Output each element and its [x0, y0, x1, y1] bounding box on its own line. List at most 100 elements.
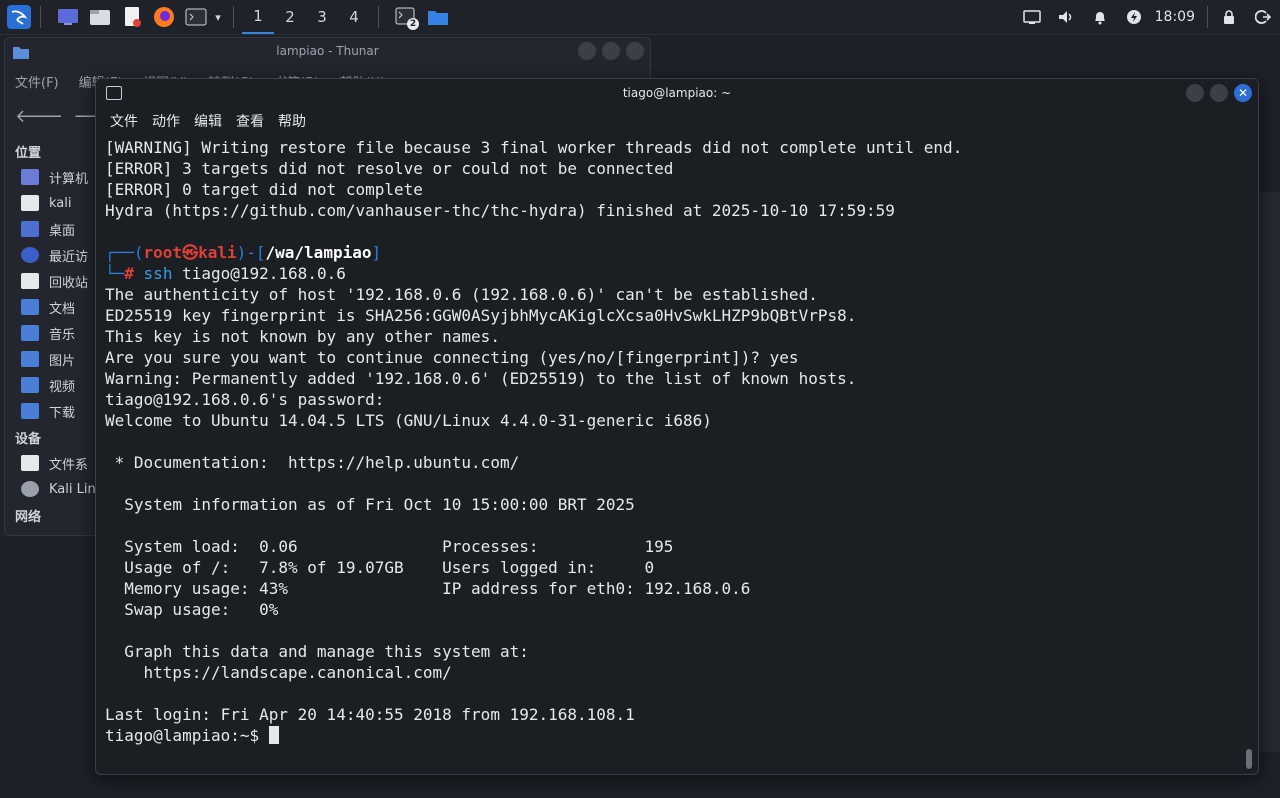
prompt-at: ㉿	[182, 243, 199, 262]
terminal-scrollbar[interactable]	[1246, 749, 1252, 769]
menu-actions[interactable]: 动作	[152, 111, 180, 131]
sidebar-item-kali[interactable]: kali	[5, 190, 97, 216]
thunar-title: lampiao - Thunar	[276, 44, 379, 58]
output-line: System load: 0.06 Processes: 195	[105, 537, 674, 556]
sidebar-item-videos[interactable]: 视频	[5, 372, 97, 398]
sidebar-item-computer[interactable]: 计算机	[5, 164, 97, 190]
firefox-icon[interactable]	[151, 4, 177, 30]
sidebar-item-kali-linux[interactable]: Kali Linux	[5, 476, 112, 502]
menu-view[interactable]: 查看	[236, 111, 264, 131]
output-line: Warning: Permanently added '192.168.0.6'…	[105, 369, 857, 388]
drive-icon	[21, 455, 39, 471]
output-line: System information as of Fri Oct 10 15:0…	[105, 495, 635, 514]
output-line: Usage of /: 7.8% of 19.07GB Users logged…	[105, 558, 655, 577]
prompt-line-2: └─# ssh tiago@192.168.0.6	[105, 264, 346, 283]
network-header: 网络	[15, 510, 42, 525]
logout-icon[interactable]	[1251, 5, 1275, 29]
shell-prompt: tiago@lampiao:~$	[105, 726, 269, 745]
optical-disc-icon	[21, 481, 39, 497]
command-args: tiago@192.168.0.6	[172, 264, 346, 283]
sidebar-item-filesystem[interactable]: 文件系	[5, 450, 97, 476]
system-tray: 18:09	[1015, 0, 1280, 34]
workspace-4[interactable]: 4	[338, 0, 370, 34]
thunar-titlebar[interactable]: lampiao - Thunar	[5, 38, 650, 66]
computer-icon	[21, 169, 39, 185]
terminal-window[interactable]: tiago@lampiao: ~ ✕ 文件 动作 编辑 查看 帮助 [WARNI…	[95, 78, 1259, 775]
output-line: [ERROR] 3 targets did not resolve or cou…	[105, 159, 674, 178]
maximize-button[interactable]	[602, 42, 620, 60]
workspace-3[interactable]: 3	[306, 0, 338, 34]
videos-icon	[21, 377, 39, 393]
menu-help[interactable]: 帮助	[278, 111, 306, 131]
workspace-1[interactable]: 1	[242, 0, 274, 34]
output-line: Graph this data and manage this system a…	[105, 642, 529, 661]
terminal-output[interactable]: [WARNING] Writing restore file because 3…	[105, 137, 1245, 746]
sidebar-item-documents[interactable]: 文档	[5, 294, 97, 320]
file-manager-icon[interactable]	[87, 4, 113, 30]
lock-screen-icon[interactable]	[1217, 5, 1241, 29]
chevron-down-icon[interactable]: ▾	[211, 4, 225, 30]
music-icon	[21, 325, 39, 341]
output-line: Last login: Fri Apr 20 14:40:55 2018 fro…	[105, 705, 635, 724]
output-line: Swap usage: 0%	[105, 600, 279, 619]
taskbar-terminal-button[interactable]: 2	[393, 4, 419, 30]
back-arrow-icon[interactable]: 🡐	[15, 106, 63, 136]
menu-file[interactable]: 文件	[110, 111, 138, 131]
command-name: ssh	[143, 264, 173, 283]
text-cursor	[268, 726, 279, 744]
prompt-host: kali	[198, 243, 237, 262]
kali-menu-icon[interactable]	[6, 4, 32, 30]
home-folder-icon	[21, 195, 39, 211]
sidebar-item-music[interactable]: 音乐	[5, 320, 97, 346]
output-line: The authenticity of host '192.168.0.6 (1…	[105, 285, 818, 304]
sidebar-item-downloads[interactable]: 下载	[5, 398, 97, 424]
minimize-button[interactable]	[578, 42, 596, 60]
output-line: https://landscape.canonical.com/	[105, 663, 452, 682]
places-header: 位置	[15, 146, 42, 161]
shell-prompt-line[interactable]: tiago@lampiao:~$	[105, 725, 1245, 746]
downloads-icon	[21, 403, 39, 419]
close-button[interactable]: ✕	[1234, 84, 1252, 102]
devices-header: 设备	[15, 432, 42, 447]
panel-separator	[1207, 6, 1208, 28]
sidebar-item-desktop[interactable]: 桌面	[5, 216, 97, 242]
terminal-launcher-icon[interactable]	[183, 4, 209, 30]
output-line: * Documentation: https://help.ubuntu.com…	[105, 453, 520, 472]
menu-file[interactable]: 文件(F)	[15, 72, 59, 91]
close-button[interactable]	[626, 42, 644, 60]
sidebar-item-trash[interactable]: 回收站	[5, 268, 97, 294]
display-icon[interactable]	[1020, 5, 1044, 29]
show-desktop-icon[interactable]	[55, 4, 81, 30]
window-count-badge: 2	[407, 18, 419, 30]
recent-icon	[21, 247, 39, 263]
prompt-hash: #	[124, 264, 134, 283]
background-window-edge	[1258, 192, 1280, 752]
volume-icon[interactable]	[1054, 5, 1078, 29]
prompt-line-1: ┌──(root㉿kali)-[/wa/lampiao]	[105, 243, 382, 262]
workspace-2[interactable]: 2	[274, 0, 306, 34]
power-manager-icon[interactable]	[1122, 5, 1146, 29]
sidebar-item-recent[interactable]: 最近访	[5, 242, 97, 268]
panel-clock[interactable]: 18:09	[1155, 9, 1195, 25]
prompt-path: /wa/lampiao	[265, 243, 372, 262]
prompt-user: root	[143, 243, 183, 262]
terminal-titlebar[interactable]: tiago@lampiao: ~ ✕	[96, 79, 1258, 107]
maximize-button[interactable]	[1210, 84, 1228, 102]
sidebar-item-pictures[interactable]: 图片	[5, 346, 97, 372]
text-editor-icon[interactable]	[119, 4, 145, 30]
output-line: Welcome to Ubuntu 14.04.5 LTS (GNU/Linux…	[105, 411, 712, 430]
desktop-icon	[21, 221, 39, 237]
menu-edit[interactable]: 编辑	[194, 111, 222, 131]
taskbar-folder-button[interactable]	[425, 4, 451, 30]
minimize-button[interactable]	[1186, 84, 1204, 102]
notification-bell-icon[interactable]	[1088, 5, 1112, 29]
output-line: Memory usage: 43% IP address for eth0: 1…	[105, 579, 751, 598]
panel-separator	[378, 6, 379, 28]
top-panel: ▾ 1 2 3 4 2 18:09	[0, 0, 1280, 35]
